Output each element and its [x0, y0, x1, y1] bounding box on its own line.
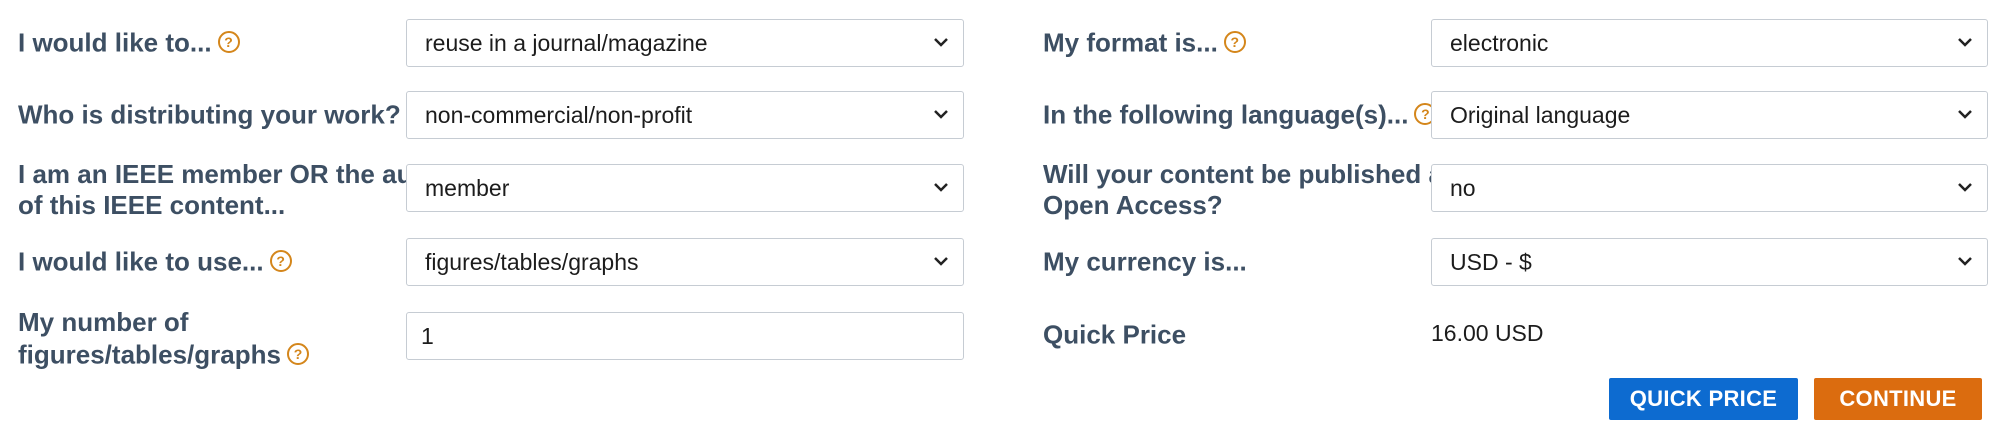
chevron-down-icon	[934, 257, 948, 266]
help-icon[interactable]: ?	[217, 31, 240, 54]
quick-price-button[interactable]: QUICK PRICE	[1609, 378, 1798, 420]
format-label: My format is...?	[1043, 26, 1246, 59]
chevron-down-icon	[1958, 38, 1972, 47]
chevron-down-icon	[1958, 183, 1972, 192]
quick-price-label: Quick Price	[1043, 319, 1187, 350]
member-label-line1: I am an IEEE member OR the author	[18, 159, 463, 189]
open-access-value: no	[1450, 175, 1476, 201]
quantity-input[interactable]: 1	[406, 312, 964, 360]
use-type-value: figures/tables/graphs	[425, 249, 639, 275]
continue-button[interactable]: CONTINUE	[1814, 378, 1982, 420]
distributor-select[interactable]: non-commercial/non-profit	[406, 91, 964, 139]
chevron-down-icon	[1958, 257, 1972, 266]
help-icon[interactable]: ?	[269, 250, 292, 273]
quick-price-value: 16.00 USD	[1431, 320, 1544, 346]
open-access-label-line1: Will your content be published as	[1043, 159, 1458, 189]
reuse-type-value: reuse in a journal/magazine	[425, 30, 708, 56]
quantity-label: My number of figures/tables/graphs?	[18, 307, 309, 371]
use-type-label: I would like to use...?	[18, 245, 292, 278]
member-value: member	[425, 175, 510, 201]
language-select[interactable]: Original language	[1431, 91, 1988, 139]
member-label-line2: of this IEEE content...	[18, 190, 286, 220]
chevron-down-icon	[934, 110, 948, 119]
distributor-label: Who is distributing your work??	[18, 98, 429, 131]
quantity-value: 1	[421, 323, 434, 349]
currency-value: USD - $	[1450, 249, 1532, 275]
reuse-type-select[interactable]: reuse in a journal/magazine	[406, 19, 964, 67]
reuse-type-label: I would like to...?	[18, 26, 240, 59]
chevron-down-icon	[1958, 110, 1972, 119]
format-value: electronic	[1450, 30, 1549, 56]
language-label: In the following language(s)...?	[1043, 98, 1437, 131]
currency-select[interactable]: USD - $	[1431, 238, 1988, 286]
quantity-label-line1: My number of	[18, 307, 189, 337]
format-select[interactable]: electronic	[1431, 19, 1988, 67]
member-select[interactable]: member	[406, 164, 964, 212]
help-icon[interactable]: ?	[1223, 31, 1246, 54]
help-icon[interactable]: ?	[286, 343, 309, 366]
open-access-label-line2: Open Access?	[1043, 190, 1223, 220]
open-access-select[interactable]: no	[1431, 164, 1988, 212]
quantity-label-line2: figures/tables/graphs	[18, 339, 281, 370]
member-label: I am an IEEE member OR the author of thi…	[18, 159, 463, 221]
open-access-label: Will your content be published as Open A…	[1043, 159, 1457, 221]
chevron-down-icon	[934, 183, 948, 192]
distributor-value: non-commercial/non-profit	[425, 102, 693, 128]
currency-label: My currency is...	[1043, 246, 1247, 277]
language-value: Original language	[1450, 102, 1631, 128]
chevron-down-icon	[934, 38, 948, 47]
use-type-select[interactable]: figures/tables/graphs	[406, 238, 964, 286]
